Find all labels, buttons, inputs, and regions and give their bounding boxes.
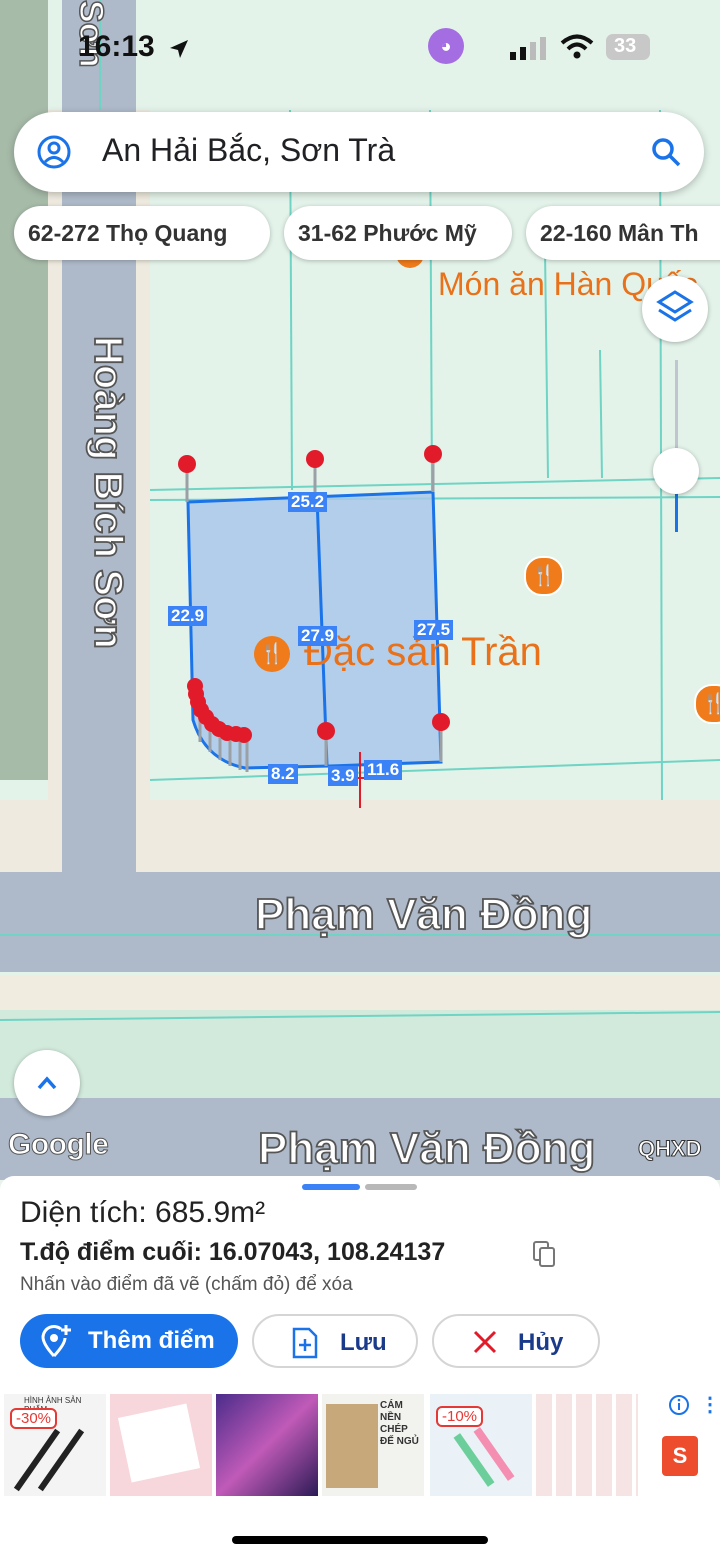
measure-label-middle: 27.9 — [298, 626, 338, 646]
expand-up-button[interactable] — [14, 1050, 80, 1116]
measure-label-bottom-mid: 3.9 — [328, 766, 358, 786]
close-icon — [473, 1330, 497, 1354]
copy-icon[interactable] — [532, 1240, 556, 1268]
bait-bag — [326, 1404, 378, 1488]
add-location-icon — [41, 1324, 71, 1358]
add-point-button[interactable]: Thêm điểm — [20, 1314, 238, 1368]
chip-phuoc-my[interactable]: 31-62 Phước Mỹ — [284, 206, 512, 260]
pen-shape — [13, 1428, 61, 1492]
restaurant-icon[interactable]: 🍴 — [254, 636, 290, 672]
app-icon: ◕ — [428, 28, 464, 64]
hint-text: Nhấn vào điểm đã vẽ (chấm đỏ) để xóa — [20, 1274, 353, 1295]
search-bar[interactable]: An Hải Bắc, Sơn Trà — [14, 112, 704, 192]
pen-shape — [37, 1428, 85, 1492]
search-icon[interactable] — [648, 134, 684, 170]
layers-icon — [656, 290, 694, 322]
sheet-page-indicator-active[interactable] — [302, 1184, 360, 1190]
discount-badge: -30% — [10, 1408, 58, 1429]
save-button[interactable]: Lưu — [252, 1314, 418, 1368]
more-vert-icon[interactable]: ⋮ — [700, 1392, 720, 1417]
chevron-up-icon — [37, 1076, 57, 1090]
measure-label-right: 27.5 — [414, 620, 454, 640]
ad-banner[interactable]: HÌNH ẢNH SẢN PHẨM -30% CÁM NỀN CHÉP ĐẾ N… — [0, 1390, 720, 1502]
signal-icon — [510, 37, 546, 60]
save-label: Lưu — [340, 1329, 387, 1356]
photo-card — [117, 1403, 201, 1483]
home-indicator[interactable] — [232, 1536, 488, 1544]
layers-button[interactable] — [642, 276, 708, 342]
chip-tho-quang[interactable]: 62-272 Thọ Quang — [14, 206, 270, 260]
measure-sheet: Diện tích: 685.9m² T.độ điểm cuối: 16.07… — [0, 1176, 720, 1390]
account-icon[interactable] — [36, 134, 72, 170]
ad-item-fishing-bait[interactable]: CÁM NỀN CHÉP ĐẾ NGỦ — [322, 1394, 424, 1496]
cancel-label: Hủy — [518, 1329, 564, 1356]
ad-item-pens[interactable]: HÌNH ẢNH SẢN PHẨM -30% — [4, 1394, 106, 1496]
add-file-icon — [292, 1327, 318, 1359]
sheet-page-indicator[interactable] — [365, 1184, 417, 1190]
street-label-hoang-bich-son: Hoàng Bích Sơn — [85, 335, 131, 650]
discount-badge: -10% — [436, 1406, 484, 1427]
chip-man-thai[interactable]: 22-160 Mân Th — [526, 206, 720, 260]
battery-icon: 33 — [606, 34, 650, 60]
measure-label-bottom-left: 8.2 — [268, 764, 298, 784]
measure-label-bottom-right: 11.6 — [364, 760, 403, 780]
measure-label-left: 22.9 — [168, 606, 208, 626]
location-arrow-icon — [170, 40, 188, 58]
add-point-label: Thêm điểm — [88, 1327, 215, 1354]
street-label-pham-van-dong-1: Phạm Văn Đồng — [254, 889, 593, 940]
ad-item-photos[interactable] — [110, 1394, 212, 1496]
info-icon[interactable] — [668, 1394, 690, 1416]
shopee-icon[interactable]: S — [662, 1436, 698, 1476]
ad-item-stickers[interactable] — [536, 1394, 638, 1496]
ad-item-pencils[interactable]: -10% — [430, 1394, 532, 1496]
cancel-button[interactable]: Hủy — [432, 1314, 600, 1368]
area-label: Diện tích: 685.9m² — [20, 1196, 266, 1229]
home-indicator-area — [0, 1502, 720, 1560]
street-label-pham-van-dong-2: Phạm Văn Đồng — [257, 1123, 596, 1174]
qhxd-tag: QHXD — [638, 1136, 703, 1162]
ad-item-card-art[interactable] — [216, 1394, 318, 1496]
zoom-slider-thumb[interactable] — [653, 448, 699, 494]
coords-label: T.độ điểm cuối: 16.07043, 108.24137 — [20, 1238, 446, 1266]
restaurant-icon[interactable]: 🍴 — [694, 684, 720, 724]
restaurant-icon[interactable]: 🍴 — [524, 556, 564, 596]
status-time: 16:13 — [78, 30, 155, 63]
ad-caption: CÁM NỀN CHÉP ĐẾ NGỦ — [380, 1400, 419, 1447]
status-bar: 16:13 ◕ 33 — [0, 0, 720, 100]
search-query[interactable]: An Hải Bắc, Sơn Trà — [102, 132, 395, 169]
wifi-icon — [560, 34, 594, 59]
battery-level: 33 — [614, 35, 637, 57]
google-logo: Google — [7, 1128, 109, 1162]
measure-label-top: 25.2 — [288, 492, 328, 512]
